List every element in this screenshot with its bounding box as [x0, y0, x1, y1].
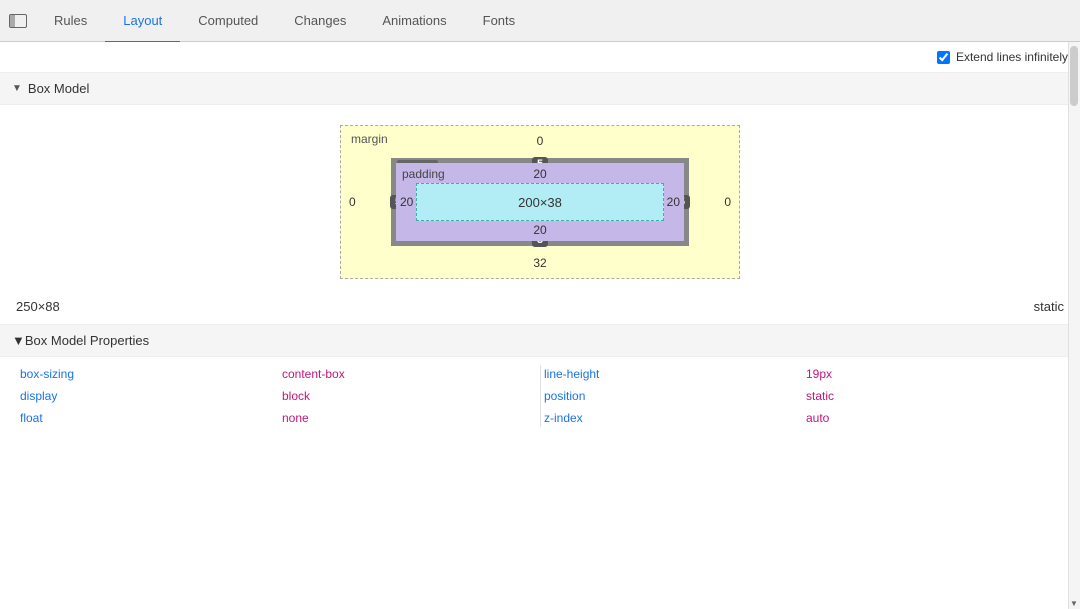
- extend-lines-row: Extend lines infinitely: [0, 42, 1080, 73]
- prop-name-line-height: line-height: [540, 365, 802, 383]
- margin-box: margin 0 32 0 0 border 5 5 5 5 padding 2…: [340, 125, 740, 279]
- prop-value-position: static: [802, 387, 1064, 405]
- extend-lines-label[interactable]: Extend lines infinitely: [937, 50, 1068, 64]
- scrollbar[interactable]: ▲ ▼: [1068, 42, 1080, 609]
- margin-label: margin: [351, 132, 388, 146]
- prop-name-z-index: z-index: [540, 409, 802, 427]
- extend-lines-checkbox[interactable]: [937, 51, 950, 64]
- tab-layout[interactable]: Layout: [105, 1, 180, 43]
- tab-animations[interactable]: Animations: [364, 1, 464, 43]
- prop-name-display: display: [16, 387, 278, 405]
- prop-value-display: block: [278, 387, 540, 405]
- margin-top-value: 0: [537, 134, 544, 148]
- box-model-arrow-icon: ▼: [12, 83, 22, 94]
- dimension-row: 250×88 static: [0, 289, 1080, 325]
- margin-left-value: 0: [349, 195, 356, 209]
- main-content: Extend lines infinitely ▼ Box Model marg…: [0, 42, 1080, 609]
- border-box: border 5 5 5 5 padding 20 20 20 20 200×3…: [391, 158, 689, 246]
- margin-bottom-value: 32: [533, 256, 546, 270]
- box-model-section-header[interactable]: ▼ Box Model: [0, 73, 1080, 105]
- prop-value-line-height: 19px: [802, 365, 1064, 383]
- properties-grid: box-sizing content-box line-height 19px …: [0, 357, 1080, 435]
- padding-box: padding 20 20 20 20 200×38: [396, 163, 684, 241]
- element-position: static: [1034, 299, 1064, 314]
- tab-changes[interactable]: Changes: [276, 1, 364, 43]
- box-model-props-section-header[interactable]: ▼ Box Model Properties: [0, 325, 1080, 357]
- prop-value-float: none: [278, 409, 540, 427]
- prop-name-float: float: [16, 409, 278, 427]
- element-dimensions: 250×88: [16, 299, 60, 314]
- prop-name-position: position: [540, 387, 802, 405]
- content-box: 200×38: [416, 183, 664, 221]
- scrollbar-down-button[interactable]: ▼: [1068, 597, 1080, 609]
- box-model-props-arrow-icon: ▼: [12, 333, 25, 348]
- prop-value-box-sizing: content-box: [278, 365, 540, 383]
- padding-top-value: 20: [533, 167, 546, 181]
- margin-right-value: 0: [724, 195, 731, 209]
- padding-label: padding: [402, 167, 445, 181]
- tab-bar: Rules Layout Computed Changes Animations…: [0, 0, 1080, 42]
- box-model-diagram: margin 0 32 0 0 border 5 5 5 5 padding 2…: [0, 105, 1080, 289]
- prop-name-box-sizing: box-sizing: [16, 365, 278, 383]
- padding-right-value: 20: [667, 195, 680, 209]
- tab-computed[interactable]: Computed: [180, 1, 276, 43]
- content-dimensions: 200×38: [518, 195, 562, 210]
- prop-value-z-index: auto: [802, 409, 1064, 427]
- padding-left-value: 20: [400, 195, 413, 209]
- padding-bottom-value: 20: [533, 223, 546, 237]
- tab-rules[interactable]: Rules: [36, 1, 105, 43]
- tab-fonts[interactable]: Fonts: [465, 1, 534, 43]
- panel-toggle-icon[interactable]: [4, 7, 32, 35]
- scrollbar-thumb[interactable]: [1070, 46, 1078, 106]
